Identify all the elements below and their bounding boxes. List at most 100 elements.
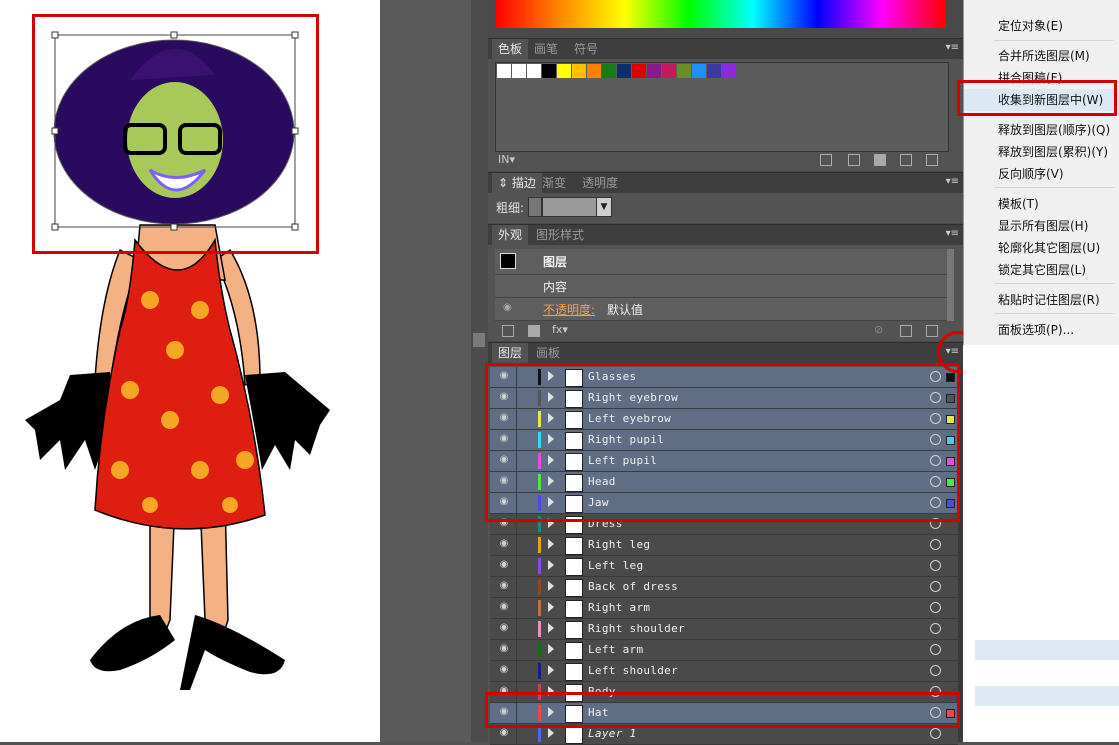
target-circle-icon[interactable]	[930, 623, 941, 634]
expand-triangle-icon[interactable]	[548, 644, 554, 654]
swatch-chip[interactable]	[557, 64, 571, 78]
tab-appearance[interactable]: 外观	[492, 225, 529, 245]
menu-item[interactable]: 释放到图层(累积)(Y)	[964, 141, 1119, 163]
visibility-eye-icon[interactable]: ◉	[503, 302, 512, 313]
new-swatch-icon[interactable]	[900, 154, 912, 166]
color-spectrum[interactable]	[496, 0, 946, 28]
swatch-chip[interactable]	[587, 64, 601, 78]
dock-grip-icon[interactable]	[473, 333, 485, 347]
new-color-group-icon[interactable]	[874, 154, 886, 166]
expand-triangle-icon[interactable]	[548, 539, 554, 549]
expand-triangle-icon[interactable]	[548, 560, 554, 570]
swatch-options-icon[interactable]	[848, 154, 860, 166]
menu-item[interactable]: 反向顺序(V)	[964, 163, 1119, 185]
layer-name[interactable]: Left leg	[588, 556, 643, 576]
duplicate-item-icon[interactable]	[900, 325, 912, 337]
menu-item[interactable]: 模板(T)	[964, 193, 1119, 215]
tab-gradient[interactable]: 渐变	[536, 173, 572, 193]
swatch-chip[interactable]	[617, 64, 631, 78]
visibility-eye-icon[interactable]: ◉	[498, 643, 510, 655]
layer-name[interactable]: Back of dress	[588, 577, 678, 597]
swatch-chip[interactable]	[692, 64, 706, 78]
visibility-eye-icon[interactable]: ◉	[498, 622, 510, 634]
layer-name[interactable]: Left shoulder	[588, 661, 678, 681]
expand-triangle-icon[interactable]	[548, 665, 554, 675]
swatch-library-icon[interactable]: IN▾	[498, 153, 515, 166]
target-circle-icon[interactable]	[930, 665, 941, 676]
target-circle-icon[interactable]	[930, 539, 941, 550]
swatch-chip[interactable]	[497, 64, 511, 78]
visibility-eye-icon[interactable]: ◉	[498, 664, 510, 676]
stroke-weight-dropdown-icon[interactable]: ▼	[596, 197, 612, 217]
swatch-chip[interactable]	[527, 64, 541, 78]
delete-item-icon[interactable]	[926, 325, 938, 337]
tab-swatches[interactable]: 色板	[492, 39, 529, 59]
panel-menu-icon[interactable]: ▾≡	[946, 176, 959, 187]
menu-item[interactable]: 面板选项(P)...	[964, 319, 1119, 341]
appearance-scrollbar[interactable]	[947, 249, 954, 321]
layer-row[interactable]: ◉ Back of dress	[490, 577, 958, 598]
lock-column[interactable]	[516, 640, 517, 660]
swatch-chip[interactable]	[632, 64, 646, 78]
swatch-chip[interactable]	[647, 64, 661, 78]
swatch-chip[interactable]	[512, 64, 526, 78]
layer-row[interactable]: ◉ Right arm	[490, 598, 958, 619]
lock-column[interactable]	[516, 577, 517, 597]
appearance-row-contents[interactable]: 内容	[495, 275, 954, 298]
stroke-weight-input[interactable]	[542, 197, 598, 217]
lock-column[interactable]	[516, 556, 517, 576]
layer-name[interactable]: Right leg	[588, 535, 650, 555]
menu-item[interactable]: 定位对象(E)	[964, 15, 1119, 37]
lock-column[interactable]	[516, 535, 517, 555]
menu-item[interactable]: 粘贴时记住图层(R)	[964, 289, 1119, 311]
target-circle-icon[interactable]	[930, 728, 941, 739]
swatch-chip[interactable]	[662, 64, 676, 78]
menu-item[interactable]: 锁定其它图层(L)	[964, 259, 1119, 281]
menu-item[interactable]: 显示所有图层(H)	[964, 215, 1119, 237]
layer-row[interactable]: ◉ Right leg	[490, 535, 958, 556]
target-circle-icon[interactable]	[930, 602, 941, 613]
panel-menu-icon[interactable]: ▾≡	[946, 42, 959, 53]
menu-item[interactable]: 合并所选图层(M)	[964, 45, 1119, 67]
appearance-row-layer[interactable]: 图层	[495, 249, 954, 275]
appearance-row-opacity[interactable]: ◉ 不透明度: 默认值	[495, 298, 954, 321]
add-new-stroke-icon[interactable]	[502, 325, 514, 337]
artboard-canvas[interactable]	[0, 0, 380, 742]
tab-brushes[interactable]: 画笔	[528, 39, 564, 59]
target-circle-icon[interactable]	[930, 581, 941, 592]
add-new-fill-icon[interactable]	[528, 325, 540, 337]
target-circle-icon[interactable]	[930, 560, 941, 571]
visibility-eye-icon[interactable]: ◉	[498, 538, 510, 550]
panel-menu-icon[interactable]: ▾≡	[946, 228, 959, 239]
add-effect-fx-icon[interactable]: fx▾	[552, 323, 568, 336]
visibility-eye-icon[interactable]: ◉	[498, 727, 510, 739]
layer-row[interactable]: ◉ Left shoulder	[490, 661, 958, 682]
lock-column[interactable]	[516, 598, 517, 618]
tab-stroke[interactable]: ⇕ 描边	[492, 173, 542, 193]
swatch-chip[interactable]	[572, 64, 586, 78]
menu-item[interactable]: 轮廓化其它图层(U)	[964, 237, 1119, 259]
expand-triangle-icon[interactable]	[548, 581, 554, 591]
visibility-eye-icon[interactable]: ◉	[498, 601, 510, 613]
lock-column[interactable]	[516, 661, 517, 681]
target-circle-icon[interactable]	[930, 644, 941, 655]
swatch-chip[interactable]	[722, 64, 736, 78]
swatch-chip[interactable]	[542, 64, 556, 78]
delete-swatch-icon[interactable]	[926, 154, 938, 166]
tab-transparency[interactable]: 透明度	[576, 173, 624, 193]
expand-triangle-icon[interactable]	[548, 728, 554, 738]
tab-symbols[interactable]: 符号	[568, 39, 604, 59]
swatch-chip[interactable]	[677, 64, 691, 78]
expand-triangle-icon[interactable]	[548, 602, 554, 612]
layer-name[interactable]: Right arm	[588, 598, 650, 618]
stroke-weight-stepper[interactable]	[528, 197, 542, 217]
show-swatch-kinds-icon[interactable]	[820, 154, 832, 166]
tab-artboards[interactable]: 画板	[530, 343, 566, 363]
menu-item[interactable]: 释放到图层(顺序)(Q)	[964, 119, 1119, 141]
layer-name[interactable]: Right shoulder	[588, 619, 685, 639]
layer-name[interactable]: Left arm	[588, 640, 643, 660]
expand-triangle-icon[interactable]	[548, 623, 554, 633]
layer-row[interactable]: ◉ Right shoulder	[490, 619, 958, 640]
visibility-eye-icon[interactable]: ◉	[498, 580, 510, 592]
swatch-chip[interactable]	[707, 64, 721, 78]
